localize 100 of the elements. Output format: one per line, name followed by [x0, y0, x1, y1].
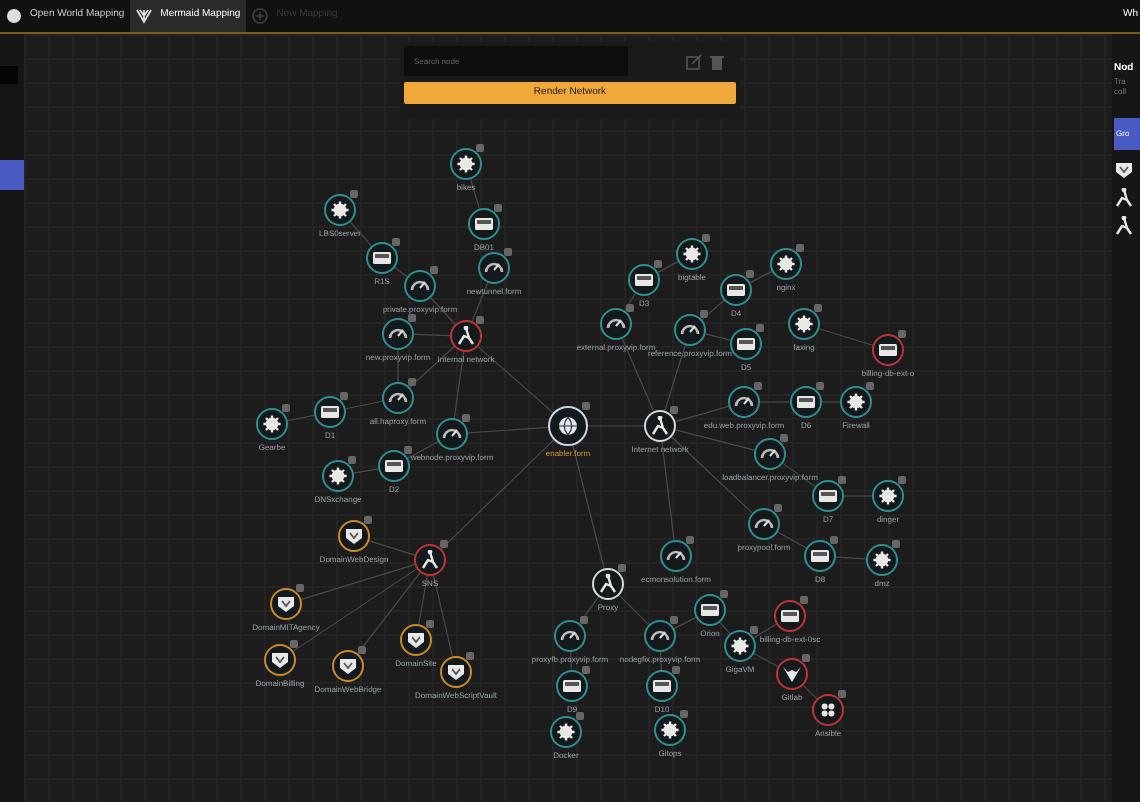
node-badge [618, 564, 626, 572]
gear-icon [846, 392, 866, 412]
node-badge [494, 204, 502, 212]
gauge-icon [442, 424, 462, 444]
connector-line [413, 333, 451, 337]
fox-icon [782, 664, 802, 684]
node-badge [358, 646, 366, 654]
connector-line [624, 292, 636, 312]
server-icon [796, 392, 816, 412]
gauge-icon [734, 392, 754, 412]
node-badge [504, 248, 512, 256]
shield-icon [446, 662, 466, 682]
gear-icon [330, 200, 350, 220]
node-badge [838, 476, 846, 484]
connector-line [701, 299, 725, 321]
node-badge [720, 590, 728, 598]
node-badge [816, 382, 824, 390]
connector-line [287, 414, 315, 422]
connector-line [660, 651, 662, 671]
server-icon [700, 600, 720, 620]
gauge-icon [666, 546, 686, 566]
cluster-icon [818, 700, 838, 720]
node-badge [290, 640, 298, 648]
network-route-icon [420, 550, 440, 570]
node-badge [892, 540, 900, 548]
server-icon [652, 676, 672, 696]
globe-icon [558, 416, 578, 436]
node-badge [476, 144, 484, 152]
node-badge [430, 266, 438, 274]
server-icon [818, 486, 838, 506]
node-badge [700, 310, 708, 318]
shield-icon [338, 656, 358, 676]
shield-icon [406, 630, 426, 650]
gear-icon [682, 244, 702, 264]
connector-line [368, 540, 416, 556]
node-badge [754, 382, 762, 390]
node-badge [282, 404, 290, 412]
network-route-icon[interactable] [1114, 216, 1134, 236]
node-badge [582, 402, 590, 410]
node-badge [686, 536, 694, 544]
node-badge [756, 324, 764, 332]
node-badge [780, 434, 788, 442]
node-badge [582, 666, 590, 674]
gear-icon [730, 636, 750, 656]
gear-icon [262, 414, 282, 434]
connector-line [719, 621, 731, 635]
connector-line [673, 616, 697, 630]
network-route-icon [650, 416, 670, 436]
network-route-icon[interactable] [1114, 188, 1134, 208]
node-badge [750, 626, 758, 634]
server-icon [474, 214, 494, 234]
server-icon [372, 248, 392, 268]
connector-line [753, 653, 779, 667]
node-badge [476, 316, 484, 324]
server-icon [384, 456, 404, 476]
gauge-icon [388, 324, 408, 344]
shield-icon [276, 594, 296, 614]
gauge-icon [484, 258, 504, 278]
network-route-icon [456, 326, 476, 346]
node-badge [350, 190, 358, 198]
connector-line [618, 594, 650, 626]
node-badge [802, 654, 810, 662]
connector-line [753, 623, 777, 639]
node-badge [670, 406, 678, 414]
shield-icon [344, 526, 364, 546]
globe-icon [6, 8, 22, 24]
node-badge [462, 414, 470, 422]
gear-icon [776, 254, 796, 274]
gear-icon [872, 550, 892, 570]
connector-line [467, 426, 549, 434]
gauge-icon [680, 320, 700, 340]
node-badge [626, 304, 634, 312]
node-badge [404, 446, 412, 454]
node-badge [830, 536, 838, 544]
gear-icon [456, 154, 476, 174]
node-badge [408, 314, 416, 322]
gear-icon [794, 314, 814, 334]
connector-line [835, 556, 867, 560]
connector-line [818, 328, 874, 346]
node-badge [866, 382, 874, 390]
node-badge [580, 616, 588, 624]
server-icon [562, 676, 582, 696]
gear-icon [660, 720, 680, 740]
node-badge [746, 270, 754, 278]
node-badge [898, 476, 906, 484]
node-badge [576, 712, 584, 720]
gauge-icon [388, 388, 408, 408]
node-badge [814, 304, 822, 312]
node-badge [440, 540, 448, 548]
server-icon [726, 280, 746, 300]
gear-icon [556, 722, 576, 742]
shield-icon[interactable] [1114, 160, 1134, 180]
server-icon [780, 606, 800, 626]
connector-line [578, 596, 600, 624]
node-badge [680, 710, 688, 718]
node-badge [340, 392, 348, 400]
server-icon [810, 546, 830, 566]
server-icon [736, 334, 756, 354]
node-badge [364, 516, 372, 524]
gauge-icon [410, 276, 430, 296]
